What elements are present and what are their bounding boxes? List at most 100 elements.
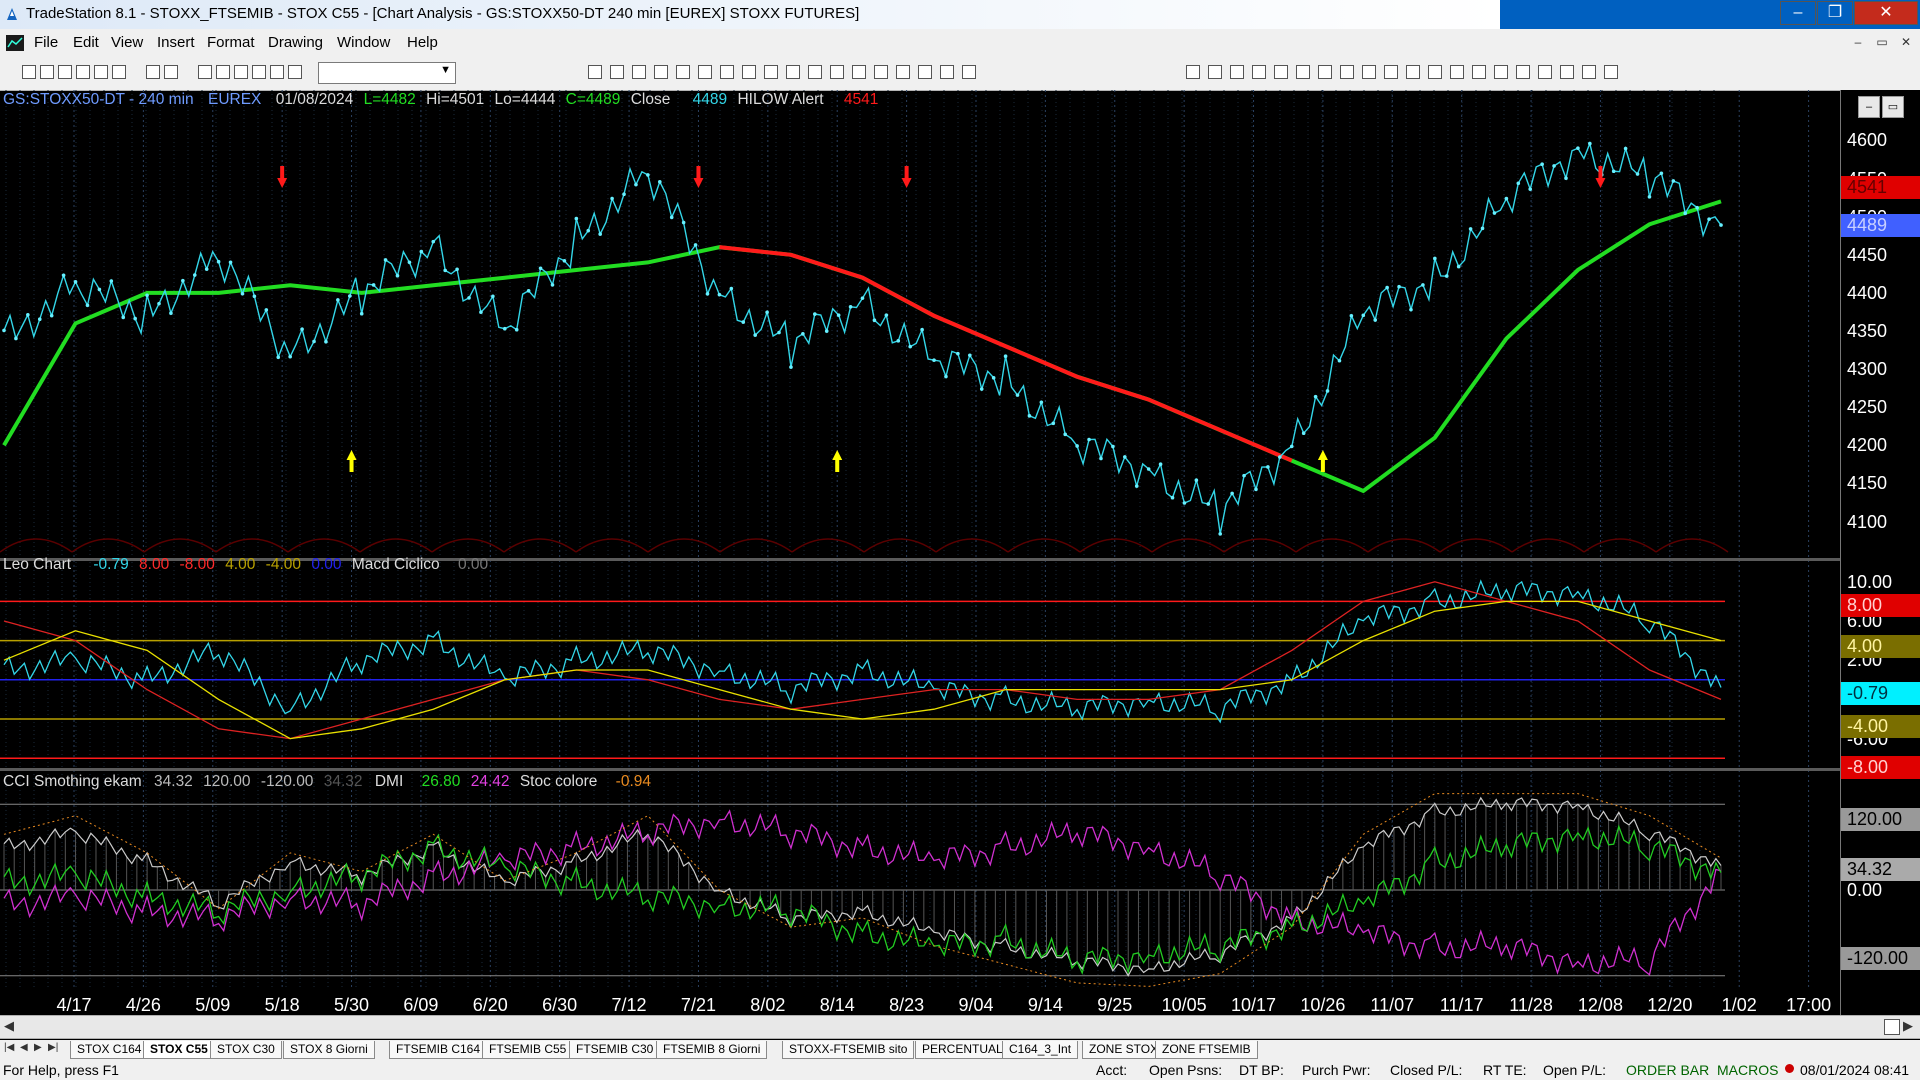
toolbar-tool-47-icon[interactable] [1516, 65, 1530, 79]
toolbar-tool-22-icon[interactable] [764, 65, 778, 79]
mdi-restore-button[interactable]: ▭ [1872, 33, 1892, 51]
toolbar-tool-49-icon[interactable] [1560, 65, 1574, 79]
menu-window[interactable]: Window [337, 34, 390, 51]
lock-icon[interactable] [216, 65, 230, 79]
scroll-left-icon[interactable]: ◀ [4, 1018, 14, 1034]
workspace-tab[interactable]: C164_3_Int [1002, 1041, 1079, 1059]
menu-format[interactable]: Format [207, 34, 255, 51]
price-dot [336, 298, 340, 302]
tab-first-icon[interactable]: |◀ [4, 1042, 14, 1053]
toolbar-tool-19-icon[interactable] [698, 65, 712, 79]
toolbar-tool-32-icon[interactable] [1186, 65, 1200, 79]
menu-file[interactable]: File [34, 34, 58, 51]
toolbar-tool-27-icon[interactable] [874, 65, 888, 79]
toolbar-tool-34-icon[interactable] [1230, 65, 1244, 79]
toolbar-tool-14-icon[interactable] [588, 65, 602, 79]
workspace-tab[interactable]: STOX 8 Giorni [283, 1041, 375, 1059]
color-icon[interactable] [252, 65, 266, 79]
paste-icon[interactable] [76, 65, 90, 79]
toolbar-tool-37-icon[interactable] [1296, 65, 1310, 79]
price-dot [1170, 495, 1175, 500]
save-icon[interactable] [58, 65, 72, 79]
print-icon[interactable] [94, 65, 108, 79]
toolbar-tool-40-icon[interactable] [1362, 65, 1376, 79]
price-dot [836, 313, 841, 317]
new-icon[interactable] [22, 65, 36, 79]
workspace-tab[interactable]: ZONE FTSEMIB [1155, 1041, 1258, 1059]
menu-help[interactable]: Help [407, 34, 438, 51]
toolbar-tool-51-icon[interactable] [1604, 65, 1618, 79]
toolbar-tool-42-icon[interactable] [1406, 65, 1420, 79]
toolbar-tool-25-icon[interactable] [830, 65, 844, 79]
scroll-right-icon[interactable]: ▶ [1903, 1018, 1913, 1034]
toolbar-tool-48-icon[interactable] [1538, 65, 1552, 79]
close-button[interactable]: ✕ [1854, 1, 1918, 25]
symbol-dropdown[interactable]: ▼ [318, 62, 456, 84]
mdi-minimize-button[interactable]: – [1848, 33, 1868, 51]
menu-drawing[interactable]: Drawing [268, 34, 323, 51]
toolbar-tool-36-icon[interactable] [1274, 65, 1288, 79]
toolbar-tool-29-icon[interactable] [918, 65, 932, 79]
toolbar-tool-39-icon[interactable] [1340, 65, 1354, 79]
workspace-tab[interactable]: FTSEMIB C55 [482, 1041, 574, 1059]
panel-restore-button[interactable]: ▭ [1882, 96, 1904, 118]
macros-button[interactable]: MACROS [1717, 1062, 1778, 1078]
restore-button[interactable]: ❐ [1817, 1, 1853, 25]
toolbar-tool-41-icon[interactable] [1384, 65, 1398, 79]
chart-canvas[interactable] [0, 90, 1920, 1020]
cut-icon[interactable] [146, 65, 160, 79]
menu-edit[interactable]: Edit [73, 34, 99, 51]
draw-icon[interactable] [234, 65, 248, 79]
toolbar-tool-46-icon[interactable] [1494, 65, 1508, 79]
menu-view[interactable]: View [111, 34, 143, 51]
scroll-thumb[interactable] [1884, 1019, 1900, 1035]
chart-area[interactable]: GS:STOXX50-DT - 240 min EUREX 01/08/2024… [0, 90, 1920, 1020]
menu-insert[interactable]: Insert [157, 34, 195, 51]
toolbar-tool-28-icon[interactable] [896, 65, 910, 79]
toolbar-tool-43-icon[interactable] [1428, 65, 1442, 79]
workspace-tab[interactable]: ZONE STOX [1082, 1041, 1166, 1059]
toolbar-tool-26-icon[interactable] [852, 65, 866, 79]
panel-splitter[interactable] [0, 768, 1840, 771]
toolbar-tool-38-icon[interactable] [1318, 65, 1332, 79]
workspace-tab[interactable]: FTSEMIB 8 Giorni [656, 1041, 768, 1059]
toolbar-tool-20-icon[interactable] [720, 65, 734, 79]
open-icon[interactable] [40, 65, 54, 79]
toolbar-tool-31-icon[interactable] [962, 65, 976, 79]
toolbar-tool-17-icon[interactable] [654, 65, 668, 79]
tab-last-icon[interactable]: ▶| [48, 1042, 58, 1053]
workspace-tab[interactable]: FTSEMIB C164 [389, 1041, 488, 1059]
workspace-tab[interactable]: STOX C55 [143, 1041, 215, 1059]
order-bar-button[interactable]: ORDER BAR [1626, 1062, 1709, 1078]
toolbar-tool-16-icon[interactable] [632, 65, 646, 79]
minimize-button[interactable]: – [1780, 1, 1816, 25]
tab-next-icon[interactable]: ▶ [34, 1042, 42, 1053]
toolbar-tool-21-icon[interactable] [742, 65, 756, 79]
toolbar-tool-45-icon[interactable] [1472, 65, 1486, 79]
toolbar-tool-18-icon[interactable] [676, 65, 690, 79]
toolbar-tool-33-icon[interactable] [1208, 65, 1222, 79]
toolbar-tool-44-icon[interactable] [1450, 65, 1464, 79]
price-dot [944, 374, 948, 379]
horizontal-scrollbar[interactable]: ◀ ▶ [0, 1015, 1920, 1039]
toolbar-tool-35-icon[interactable] [1252, 65, 1266, 79]
workspace-tab[interactable]: STOX C30 [210, 1041, 282, 1059]
chart-window-icon[interactable] [6, 35, 24, 51]
toolbar-tool-23-icon[interactable] [786, 65, 800, 79]
format-icon[interactable] [198, 65, 212, 79]
toolbar-tool-30-icon[interactable] [940, 65, 954, 79]
toolbar-tool-15-icon[interactable] [610, 65, 624, 79]
toolbar-tool-13-icon[interactable] [288, 65, 302, 79]
workspace-tab[interactable]: FTSEMIB C30 [569, 1041, 661, 1059]
panel-minimize-button[interactable]: – [1858, 96, 1880, 118]
tab-prev-icon[interactable]: ◀ [20, 1042, 28, 1053]
workspace-tab[interactable]: STOXX-FTSEMIB sito [782, 1041, 915, 1059]
preview-icon[interactable] [112, 65, 126, 79]
copy-icon[interactable] [164, 65, 178, 79]
toolbar-tool-50-icon[interactable] [1582, 65, 1596, 79]
workspace-tab[interactable]: STOX C164 [70, 1041, 149, 1059]
mdi-close-button[interactable]: ✕ [1896, 33, 1916, 51]
toolbar-tool-24-icon[interactable] [808, 65, 822, 79]
toolbar-tool-12-icon[interactable] [270, 65, 284, 79]
leo-y-tick: 10.00 [1847, 571, 1893, 592]
